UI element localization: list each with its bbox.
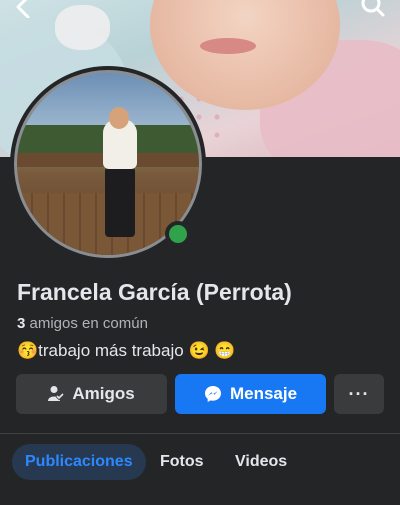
cover-baby-lips bbox=[200, 38, 256, 54]
friend-check-icon bbox=[48, 385, 65, 403]
mutual-friends-label: amigos en común bbox=[29, 315, 148, 332]
tab-photos-label: Fotos bbox=[160, 453, 204, 470]
cover-bunny-pattern bbox=[55, 5, 110, 50]
friends-button[interactable]: Amigos bbox=[16, 374, 167, 414]
tab-videos[interactable]: Videos bbox=[235, 444, 287, 480]
more-options-icon: ··· bbox=[348, 383, 370, 404]
search-icon bbox=[361, 0, 385, 17]
messenger-icon bbox=[204, 385, 222, 403]
online-status-indicator bbox=[165, 221, 191, 247]
message-button[interactable]: Mensaje bbox=[175, 374, 326, 414]
bio-emoji-end: 😉 😁 bbox=[188, 341, 236, 360]
friends-button-label: Amigos bbox=[72, 384, 135, 403]
avatar-person-head bbox=[109, 107, 129, 129]
tab-posts[interactable]: Publicaciones bbox=[12, 444, 146, 480]
profile-bio: 😚trabajo más trabajo 😉 😁 bbox=[17, 341, 236, 361]
message-button-label: Mensaje bbox=[229, 384, 298, 403]
more-options-button[interactable]: ··· bbox=[334, 374, 384, 414]
search-button[interactable] bbox=[358, 0, 388, 24]
section-divider bbox=[0, 433, 400, 434]
back-button[interactable] bbox=[8, 0, 38, 24]
mutual-friends[interactable]: 3 amigos en común bbox=[17, 315, 148, 332]
tab-videos-label: Videos bbox=[235, 453, 288, 470]
tab-posts-label: Publicaciones bbox=[25, 453, 133, 470]
tab-photos[interactable]: Fotos bbox=[160, 444, 204, 480]
bio-text: trabajo más trabajo bbox=[38, 341, 184, 360]
mutual-friends-count: 3 bbox=[17, 315, 26, 332]
chevron-left-icon bbox=[16, 0, 30, 19]
profile-name: Francela García (Perrota) bbox=[17, 279, 292, 305]
bio-emoji-start: 😚 bbox=[17, 341, 39, 360]
avatar-person-legs bbox=[105, 167, 135, 237]
